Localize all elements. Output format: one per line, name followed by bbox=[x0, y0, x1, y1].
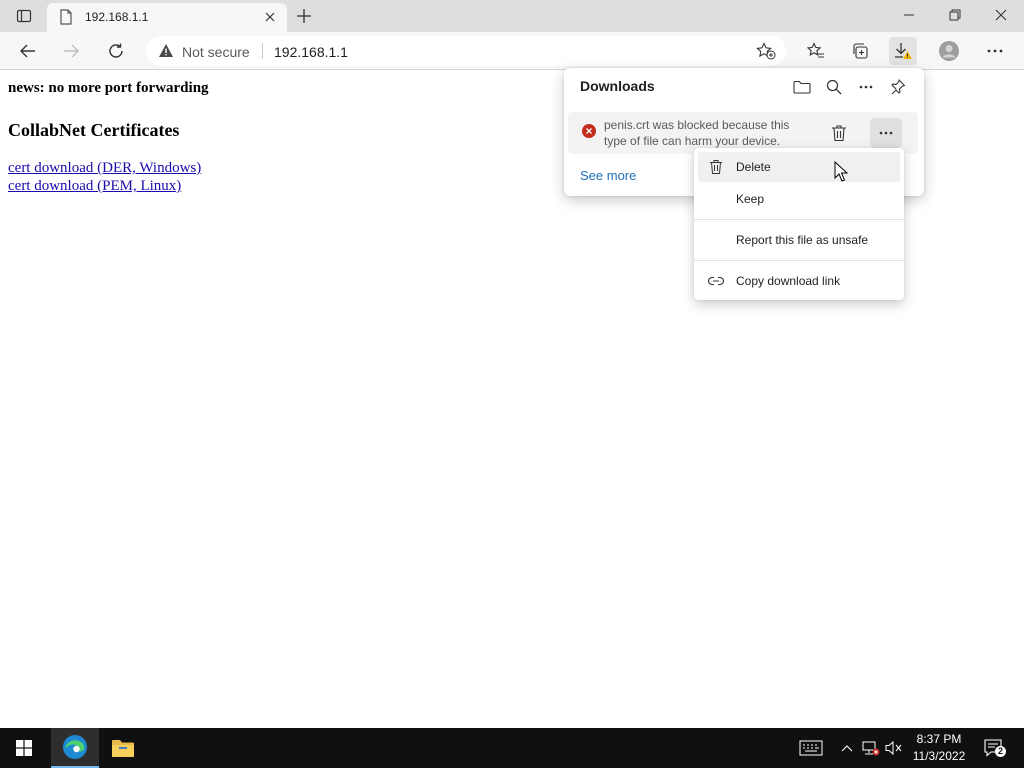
settings-menu-button[interactable] bbox=[981, 37, 1009, 65]
cert-download-der-link[interactable]: cert download (DER, Windows) bbox=[8, 160, 201, 177]
refresh-icon bbox=[109, 43, 123, 58]
link-icon bbox=[708, 273, 724, 289]
delete-download-button[interactable] bbox=[826, 120, 852, 146]
plus-icon bbox=[297, 9, 311, 23]
menu-item-label: Keep bbox=[736, 192, 765, 206]
keyboard-icon[interactable] bbox=[798, 738, 824, 758]
menu-separator bbox=[694, 219, 904, 220]
menu-item-copy-link[interactable]: Copy download link bbox=[698, 266, 900, 296]
system-clock[interactable]: 8:37 PM 11/3/2022 bbox=[906, 731, 972, 765]
clock-date: 11/3/2022 bbox=[912, 749, 966, 763]
minimize-button[interactable] bbox=[895, 4, 923, 26]
menu-item-report-unsafe[interactable]: Report this file as unsafe bbox=[698, 225, 900, 255]
active-tab[interactable]: 192.168.1.1 bbox=[47, 3, 287, 32]
notifications-button[interactable]: 2 bbox=[982, 738, 1006, 758]
tab-strip: 192.168.1.1 bbox=[0, 0, 1024, 32]
minimize-icon bbox=[904, 14, 914, 16]
url-text[interactable]: 192.168.1.1 bbox=[274, 44, 348, 60]
favorites-star-icon bbox=[807, 42, 824, 58]
refresh-button[interactable] bbox=[102, 37, 130, 65]
collections-icon bbox=[853, 43, 868, 59]
profile-button[interactable] bbox=[935, 37, 963, 65]
network-icon[interactable] bbox=[861, 738, 881, 758]
more-dots-icon bbox=[879, 131, 893, 135]
more-dots-icon bbox=[987, 49, 1003, 53]
volume-icon[interactable] bbox=[884, 738, 904, 758]
more-dots-icon bbox=[859, 85, 873, 89]
download-context-menu: Delete Keep Report this file as unsafe C… bbox=[694, 148, 904, 300]
windows-logo-icon bbox=[16, 740, 32, 756]
notification-count: 2 bbox=[995, 746, 1006, 757]
search-downloads-button[interactable] bbox=[822, 75, 846, 99]
page-heading: CollabNet Certificates bbox=[8, 120, 180, 140]
back-button[interactable] bbox=[14, 37, 42, 65]
address-bar[interactable]: Not secure 192.168.1.1 bbox=[146, 36, 786, 66]
taskbar: 8:37 PM 11/3/2022 2 bbox=[0, 728, 1024, 768]
taskbar-file-explorer-button[interactable] bbox=[99, 728, 147, 768]
favorites-button[interactable] bbox=[802, 37, 830, 65]
new-tab-button[interactable] bbox=[294, 6, 314, 26]
pin-icon bbox=[891, 79, 906, 95]
news-text: news: no more port forwarding bbox=[8, 80, 209, 96]
menu-item-label: Copy download link bbox=[736, 274, 841, 288]
menu-separator bbox=[694, 260, 904, 261]
clock-time: 8:37 PM bbox=[916, 732, 962, 746]
trash-icon bbox=[708, 159, 724, 175]
taskbar-edge-button[interactable] bbox=[51, 728, 99, 768]
close-icon bbox=[995, 9, 1007, 21]
warning-icon bbox=[159, 44, 173, 57]
menu-item-delete[interactable]: Delete bbox=[698, 152, 900, 182]
close-window-button[interactable] bbox=[987, 4, 1015, 26]
close-icon bbox=[265, 12, 275, 22]
browser-toolbar: Not secure 192.168.1.1 bbox=[0, 32, 1024, 70]
arrow-left-icon bbox=[20, 44, 35, 58]
menu-item-label: Delete bbox=[736, 160, 771, 174]
download-warning-icon bbox=[895, 43, 912, 59]
restore-icon bbox=[949, 9, 961, 21]
arrow-right-icon bbox=[64, 44, 79, 58]
folder-icon bbox=[793, 80, 811, 94]
see-more-link[interactable]: See more bbox=[580, 168, 636, 183]
edge-browser-icon bbox=[63, 735, 87, 759]
downloads-more-options-button[interactable] bbox=[854, 75, 878, 99]
open-folder-button[interactable] bbox=[790, 75, 814, 99]
cert-download-pem-link[interactable]: cert download (PEM, Linux) bbox=[8, 178, 181, 195]
menu-item-keep[interactable]: Keep bbox=[698, 184, 900, 214]
tab-actions-button[interactable] bbox=[8, 5, 40, 27]
restore-button[interactable] bbox=[941, 4, 969, 26]
start-button[interactable] bbox=[0, 728, 48, 768]
security-status-label[interactable]: Not secure bbox=[182, 44, 250, 60]
forward-button[interactable] bbox=[57, 37, 85, 65]
tab-actions-icon bbox=[16, 9, 32, 23]
collections-button[interactable] bbox=[846, 37, 874, 65]
pin-downloads-button[interactable] bbox=[886, 75, 910, 99]
menu-item-label: Report this file as unsafe bbox=[736, 233, 869, 247]
error-icon bbox=[582, 124, 596, 138]
tab-close-button[interactable] bbox=[261, 8, 279, 26]
download-blocked-message: penis.crt was blocked because this type … bbox=[604, 118, 790, 148]
downloads-title: Downloads bbox=[580, 78, 655, 94]
download-item-more-button[interactable] bbox=[870, 118, 902, 148]
address-separator bbox=[262, 43, 263, 59]
chevron-up-icon[interactable] bbox=[837, 738, 857, 758]
trash-icon bbox=[832, 125, 846, 142]
page-icon bbox=[60, 9, 72, 25]
add-favorite-icon[interactable] bbox=[756, 42, 776, 60]
avatar-icon bbox=[939, 41, 959, 61]
folder-icon bbox=[112, 740, 134, 757]
downloads-button[interactable] bbox=[889, 37, 917, 65]
mouse-cursor-icon bbox=[834, 161, 848, 182]
tab-title: 192.168.1.1 bbox=[85, 10, 149, 24]
search-icon bbox=[826, 79, 842, 95]
